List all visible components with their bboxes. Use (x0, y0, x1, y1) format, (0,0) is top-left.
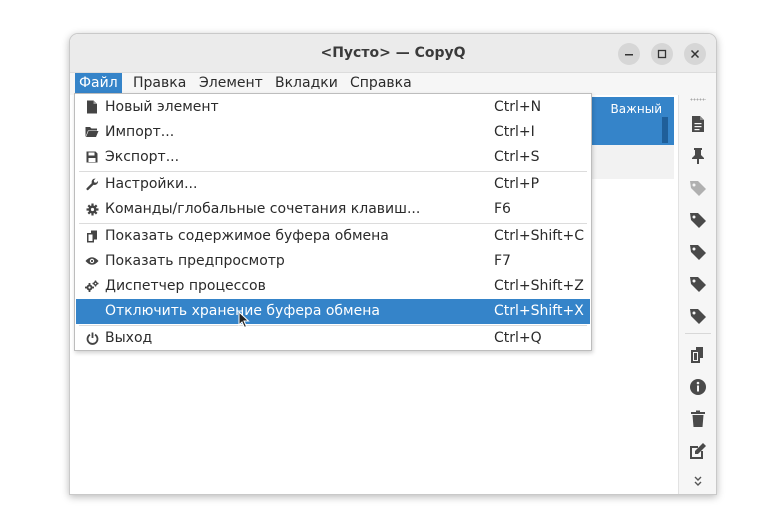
eye-icon (85, 254, 99, 268)
info-icon (690, 379, 706, 395)
toolbar-grip[interactable] (690, 98, 706, 101)
menu-item-shortcut: Ctrl+I (494, 124, 535, 140)
menu-help[interactable]: Справка (346, 73, 416, 95)
save-icon (85, 150, 99, 164)
menu-disable-clipboard-storage[interactable]: Отключить хранение буфера обмена Ctrl+Sh… (76, 299, 590, 324)
menu-file[interactable]: Файл (75, 73, 122, 95)
gears-icon (85, 279, 99, 293)
more-chevron-icon (694, 476, 702, 486)
minimize-button[interactable] (618, 43, 640, 65)
pin-icon (692, 148, 704, 164)
tag-button-3[interactable] (688, 274, 708, 294)
power-icon (85, 331, 99, 345)
info-button[interactable] (688, 377, 708, 397)
tag-button-disabled[interactable] (688, 178, 708, 198)
mouse-cursor-icon (238, 311, 250, 329)
tag-icon (690, 213, 706, 228)
menu-item-shortcut: F6 (494, 201, 511, 217)
item-tag-label: Важный (610, 102, 662, 116)
maximize-icon (657, 49, 667, 59)
menu-item-label: Показать предпросмотр (105, 253, 285, 269)
pin-button[interactable] (688, 146, 708, 166)
tag-icon (690, 309, 706, 324)
new-item-button[interactable] (688, 114, 708, 134)
menu-settings[interactable]: Настройки... Ctrl+P (76, 172, 590, 197)
trash-icon (691, 410, 705, 427)
folder-open-icon (85, 125, 99, 139)
menu-item-label: Экспорт... (105, 149, 180, 165)
menu-item[interactable]: Элемент (195, 73, 267, 95)
edit-button[interactable] (688, 441, 708, 461)
menu-item-label: Новый элемент (105, 99, 219, 115)
new-file-icon (85, 100, 99, 114)
menu-item-label: Выход (105, 330, 153, 346)
tag-button-2[interactable] (688, 242, 708, 262)
menu-item-shortcut: Ctrl+N (494, 99, 542, 115)
close-button[interactable] (684, 43, 706, 65)
gear-icon (85, 202, 99, 216)
menu-commands[interactable]: Команды/глобальные сочетания клавиш... F… (76, 197, 590, 222)
menu-bar: Файл Правка Элемент Вкладки Справка (70, 73, 716, 95)
menu-item-shortcut: Ctrl+Shift+Z (494, 278, 584, 294)
menu-item-shortcut: Ctrl+P (494, 176, 540, 192)
clipboard-copy-icon (85, 229, 99, 243)
menu-new-item[interactable]: Новый элемент Ctrl+N (76, 95, 590, 120)
menu-item-label: Импорт... (105, 124, 175, 140)
menu-item-shortcut: F7 (494, 253, 511, 269)
title-bar[interactable]: <Пусто> — CopyQ (70, 34, 716, 73)
menu-import[interactable]: Импорт... Ctrl+I (76, 120, 590, 145)
menu-item-shortcut: Ctrl+Shift+X (494, 303, 584, 319)
minimize-icon (625, 54, 633, 56)
new-file-icon (692, 116, 704, 132)
wrench-icon (85, 177, 99, 191)
tag-icon (690, 245, 706, 260)
tag-button-1[interactable] (688, 210, 708, 230)
item-scroll-indicator (662, 117, 668, 143)
item-toolbar (678, 95, 716, 494)
tag-button-4[interactable] (688, 306, 708, 326)
tag-icon (690, 277, 706, 292)
menu-process-manager[interactable]: Диспетчер процессов Ctrl+Shift+Z (76, 274, 590, 299)
menu-tabs[interactable]: Вкладки (271, 73, 342, 95)
copy-icon (691, 347, 703, 363)
menu-edit[interactable]: Правка (129, 73, 190, 95)
menu-item-shortcut: Ctrl+S (494, 149, 540, 165)
copy-button[interactable] (688, 345, 708, 365)
file-menu-dropdown: Новый элемент Ctrl+N Импорт... Ctrl+I Эк… (74, 93, 592, 351)
close-icon (690, 49, 700, 59)
menu-item-shortcut: Ctrl+Q (494, 330, 542, 346)
menu-show-preview[interactable]: Показать предпросмотр F7 (76, 249, 590, 274)
menu-item-label: Диспетчер процессов (105, 278, 266, 294)
delete-button[interactable] (688, 409, 708, 429)
maximize-button[interactable] (651, 43, 673, 65)
menu-item-label: Команды/глобальные сочетания клавиш... (105, 201, 421, 217)
menu-show-clipboard[interactable]: Показать содержимое буфера обмена Ctrl+S… (76, 224, 590, 249)
menu-exit[interactable]: Выход Ctrl+Q (76, 326, 590, 351)
more-button[interactable] (688, 471, 708, 491)
menu-item-label: Настройки... (105, 176, 198, 192)
menu-item-label: Показать содержимое буфера обмена (105, 228, 389, 244)
tag-icon (690, 181, 706, 196)
menu-item-shortcut: Ctrl+Shift+C (494, 228, 584, 244)
menu-export[interactable]: Экспорт... Ctrl+S (76, 145, 590, 170)
toolbar-separator (685, 333, 711, 334)
edit-icon (690, 443, 706, 459)
